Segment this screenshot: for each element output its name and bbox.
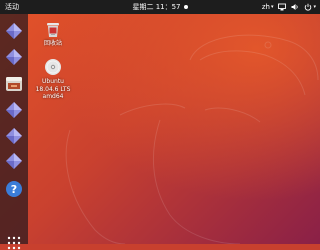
file-manager-icon xyxy=(6,77,22,91)
clock-text: 星期二 11：57 xyxy=(132,3,181,11)
network-icon[interactable] xyxy=(278,3,287,11)
cube-app-icon xyxy=(6,102,22,118)
dock-help[interactable]: ? xyxy=(4,179,24,199)
chevron-down-icon: ▾ xyxy=(313,4,316,10)
dock-app-5[interactable] xyxy=(4,151,24,171)
cd-disc-icon xyxy=(45,59,61,75)
system-menu[interactable]: ▾ xyxy=(304,0,316,14)
cube-app-icon xyxy=(6,49,22,65)
help-icon: ? xyxy=(6,181,22,197)
cube-app-icon xyxy=(6,23,22,39)
volume-icon[interactable] xyxy=(291,3,299,11)
system-tray: zh ▾ ▾ xyxy=(262,0,316,14)
grid-icon[interactable] xyxy=(7,236,21,250)
desktop-icon-label: 回收站 xyxy=(43,40,62,47)
power-icon xyxy=(304,3,312,11)
dock-files[interactable] xyxy=(4,74,24,94)
input-method-label: zh xyxy=(261,3,270,11)
dock-app-2[interactable] xyxy=(4,47,24,67)
trash-icon xyxy=(47,23,59,37)
notification-dot-icon xyxy=(183,5,188,9)
desktop-icon-ubuntu-disc[interactable]: Ubuntu 18.04.6 LTS amd64 xyxy=(33,58,73,101)
dock-app-3[interactable] xyxy=(4,100,24,120)
chevron-down-icon: ▾ xyxy=(270,4,274,10)
dock-app-4[interactable] xyxy=(4,126,24,146)
top-bar: 活动 星期二 11：57 zh ▾ ▾ xyxy=(0,0,320,14)
desktop-icon-trash[interactable]: 回收站 xyxy=(33,20,73,48)
desktop-icon-label-line: 18.04.6 LTS xyxy=(35,85,71,93)
desktop-icon-label-line: amd64 xyxy=(42,93,64,100)
dock: ? xyxy=(0,14,28,250)
cube-app-icon xyxy=(6,128,22,144)
cube-app-icon xyxy=(6,153,22,169)
desktop-icon-label-line: Ubuntu xyxy=(42,78,64,85)
help-glyph: ? xyxy=(11,183,17,196)
dock-app-1[interactable] xyxy=(4,21,24,41)
input-method-menu[interactable]: zh ▾ xyxy=(262,0,274,14)
